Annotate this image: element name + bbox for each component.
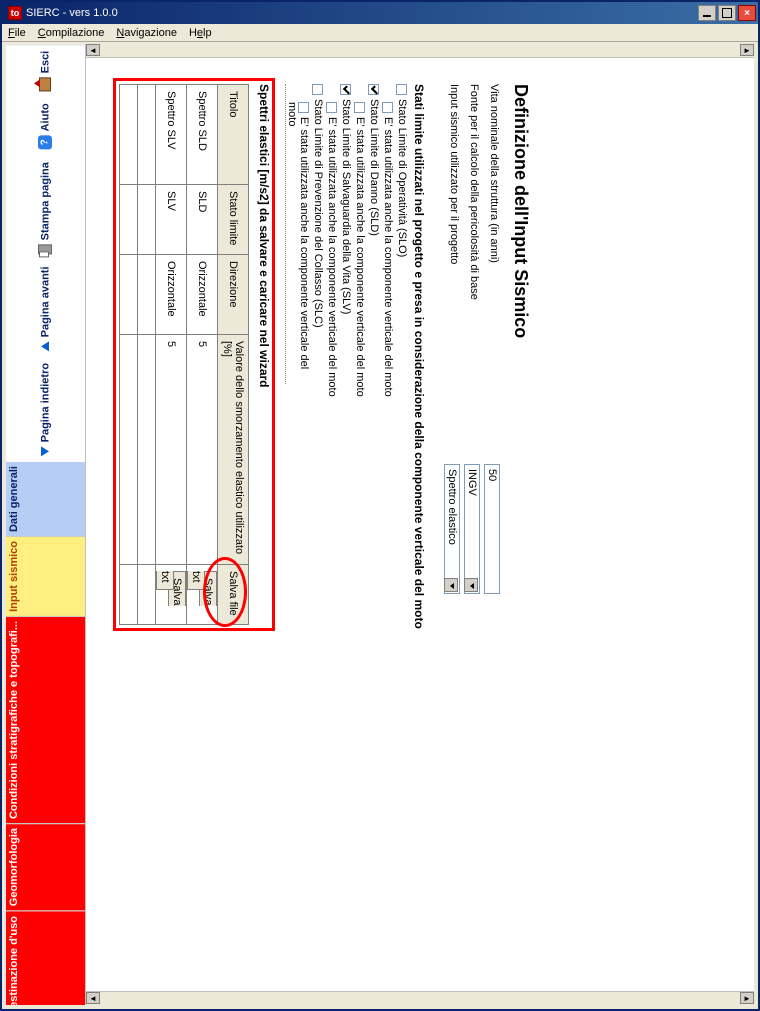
menubar: File Compilazione Navigazione Help	[2, 24, 758, 42]
arrow-left-icon	[42, 446, 50, 456]
slo-label: Stato Limite di Operatività (SLO)	[396, 99, 408, 257]
vita-label: Vita nominale della struttura (in anni)	[488, 84, 500, 263]
action-stampa-pagina[interactable]: Stampa pagina	[39, 162, 53, 254]
checkbox-slc-vert[interactable]	[298, 102, 309, 113]
sidebar-item-condizioni[interactable]: Condizioni stratigrafiche e topografi...	[6, 617, 85, 824]
action-esci[interactable]: Esci	[40, 51, 52, 92]
checkbox-sld[interactable]	[368, 84, 379, 95]
menu-file[interactable]: File	[8, 27, 26, 39]
input-label: Input sismico utilizzato per il progetto	[448, 84, 460, 264]
titlebar: to SIERC - vers 1.0.0 ×	[2, 2, 758, 24]
slv-label: Stato Limite di Salvaguardia della Vita …	[340, 99, 352, 314]
scroll-left-button[interactable]: ◄	[86, 992, 100, 1004]
annotation-red-ellipse	[203, 557, 247, 627]
scroll-left-button[interactable]: ◄	[86, 44, 100, 56]
slv-sub: E' stata utilizzata anche la componente …	[326, 117, 338, 397]
slc-label: Stato Limite di Prevenzione del Collasso…	[312, 99, 324, 328]
checkbox-slv-vert[interactable]	[326, 102, 337, 113]
app-window: to SIERC - vers 1.0.0 × File Compilazion…	[0, 0, 760, 1011]
action-label: Stampa pagina	[40, 162, 52, 240]
exit-icon	[40, 78, 52, 92]
sidebar-nav: Dati generali Input sismico Condizioni s…	[6, 462, 85, 1005]
action-label: Pagina indietro	[40, 363, 52, 442]
printer-icon	[39, 244, 53, 254]
stati-header: Stati limite utilizzati nel progetto e p…	[412, 84, 426, 1005]
slo-sub: E' stata utilizzata anche la componente …	[382, 117, 394, 397]
action-aiuto[interactable]: ? Aiuto	[39, 104, 53, 150]
arrow-right-icon	[42, 341, 50, 351]
annotation-red-frame	[113, 78, 275, 631]
checkbox-slo-vert[interactable]	[382, 102, 393, 113]
scrollbar-bottom[interactable]: ◄ ►	[86, 991, 754, 1005]
fonte-label: Fonte per il calcolo della pericolosità …	[468, 84, 480, 300]
input-dropdown[interactable]: Spettro elastico	[444, 464, 460, 594]
window-title: SIERC - vers 1.0.0	[26, 7, 118, 19]
menu-compilazione[interactable]: Compilazione	[38, 27, 105, 39]
app-icon: to	[8, 6, 22, 20]
menu-navigazione[interactable]: Navigazione	[116, 27, 177, 39]
scroll-right-button[interactable]: ►	[740, 992, 754, 1004]
sidebar-item-geomorfologia[interactable]: Geomorfologia	[6, 824, 85, 911]
action-pagina-avanti[interactable]: Pagina avanti	[40, 266, 52, 351]
scroll-right-button[interactable]: ►	[740, 44, 754, 56]
fonte-dropdown[interactable]: INGV	[464, 464, 480, 594]
action-label: Esci	[40, 51, 52, 74]
vita-input[interactable]: 50	[484, 464, 500, 594]
action-label: Pagina avanti	[40, 266, 52, 337]
checkbox-slc[interactable]	[312, 84, 323, 95]
sidebar-item-tipologia[interactable]: Tipologia/Destinazione d'uso	[6, 912, 85, 1005]
checkbox-slo[interactable]	[396, 84, 407, 95]
close-button[interactable]: ×	[738, 5, 756, 21]
nav-actions: Pagina indietro Pagina avanti Stampa pag…	[6, 44, 85, 462]
page-title: Definizione dell'Input Sismico	[510, 84, 531, 1005]
sld-sub: E' stata utilizzata anche la componente …	[354, 117, 366, 397]
menu-help[interactable]: Help	[189, 27, 212, 39]
scrollbar-top[interactable]: ◄ ►	[86, 44, 754, 58]
maximize-button[interactable]	[718, 5, 736, 21]
checkbox-sld-vert[interactable]	[354, 102, 365, 113]
action-label: Aiuto	[40, 104, 52, 132]
minimize-button[interactable]	[698, 5, 716, 21]
left-pane: Pagina indietro Pagina avanti Stampa pag…	[6, 44, 86, 1005]
action-pagina-indietro[interactable]: Pagina indietro	[40, 363, 52, 456]
help-icon: ?	[39, 136, 53, 150]
content-pane: ◄ ► Definizione dell'Input Sismico Vita …	[86, 44, 754, 1005]
slc-sub: E' stata utilizzata anche la componente …	[286, 102, 310, 369]
checkbox-slv[interactable]	[340, 84, 351, 95]
sidebar-item-input-sismico[interactable]: Input sismico	[6, 537, 85, 617]
sld-label: Stato Limite di Danno (SLD)	[368, 99, 380, 236]
sidebar-item-dati-generali[interactable]: Dati generali	[6, 462, 85, 537]
content-rotated: Definizione dell'Input Sismico Vita nomi…	[116, 84, 531, 1005]
